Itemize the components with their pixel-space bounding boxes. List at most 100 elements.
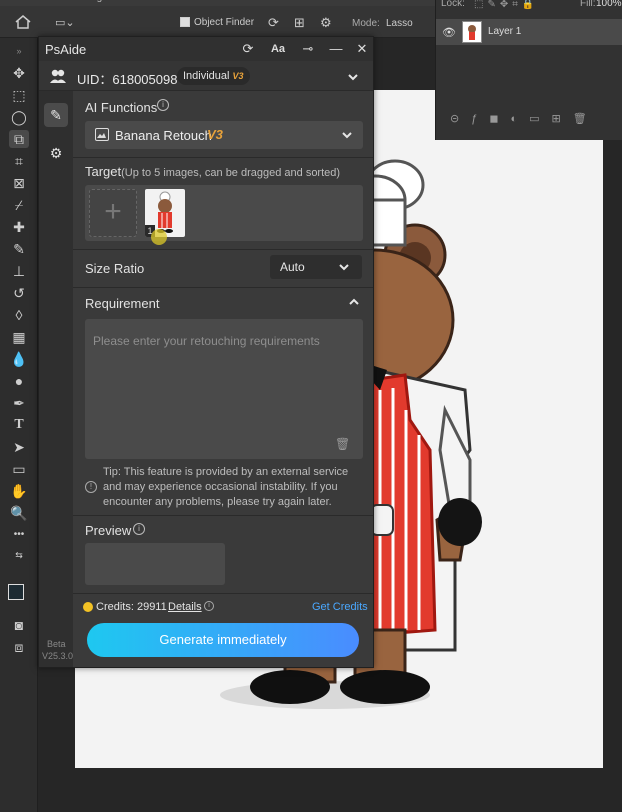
object-finder-label: Object Finder	[194, 17, 255, 28]
target-heading: Target(Up to 5 images, can be dragged an…	[85, 164, 340, 179]
chevron-up-icon[interactable]	[348, 296, 360, 308]
quick-mask-icon[interactable]: ◙	[9, 616, 29, 634]
object-selection-tool-icon[interactable]: ⧉	[9, 130, 29, 148]
info-icon[interactable]: i	[133, 523, 145, 535]
layer-footer-icons[interactable]: ⊝ƒ◼◐▭⊞🗑	[436, 112, 622, 132]
requirement-label: Requirement	[85, 296, 160, 311]
size-ratio-value: Auto	[280, 260, 305, 274]
requirement-textarea[interactable]: Please enter your retouching requirement…	[85, 319, 363, 459]
type-tool-icon[interactable]: T	[9, 416, 29, 434]
mode-label: Mode:	[352, 18, 380, 29]
lock-icons[interactable]: ⬚✎✥⌗🔒	[474, 0, 564, 10]
section-divider	[73, 515, 373, 516]
tool-preset-picker[interactable]: ▭⌄	[55, 16, 75, 30]
details-link[interactable]: Details	[168, 601, 202, 613]
screen-mode-icon[interactable]: ⧈	[9, 638, 29, 656]
plan-badge-label: Individual	[183, 70, 230, 82]
swap-colors-icon[interactable]: ⇆	[9, 546, 29, 564]
pen-tool-icon[interactable]: ✒	[9, 394, 29, 412]
size-ratio-label: Size Ratio	[85, 261, 145, 276]
foreground-color-swatch[interactable]	[8, 584, 24, 600]
close-icon[interactable]: ✕	[353, 40, 371, 58]
target-label: Target	[85, 164, 122, 179]
target-thumbnail[interactable]: 1	[145, 189, 185, 237]
requirement-placeholder: Please enter your retouching requirement…	[93, 334, 320, 348]
section-divider	[73, 157, 373, 158]
account-row[interactable]: UID：618005098 Individual V3	[39, 61, 373, 91]
trash-icon[interactable]: 🗑	[335, 437, 350, 451]
show-all-objects-icon[interactable]: ⊞	[294, 15, 305, 31]
refresh-icon[interactable]: ⟳	[268, 15, 279, 31]
function-version-tag: V3	[207, 127, 223, 142]
brush-tool-icon[interactable]: ✎	[9, 240, 29, 258]
history-brush-tool-icon[interactable]: ↺	[9, 284, 29, 302]
plan-badge: Individual V3	[177, 67, 250, 85]
psaide-panel: PsAide ⟳ Aa ⊸ — ✕ UID：618005098 Individu…	[38, 36, 374, 668]
fill-label: Fill:	[580, 0, 596, 9]
layer-name[interactable]: Layer 1	[488, 26, 521, 37]
info-icon: !	[85, 481, 97, 493]
target-hint: (Up to 5 images, can be dragged and sort…	[121, 167, 341, 179]
coin-icon	[83, 602, 93, 612]
add-image-button[interactable]: +	[89, 189, 137, 237]
path-selection-tool-icon[interactable]: ➤	[9, 438, 29, 456]
move-tool-icon[interactable]: ✥	[9, 64, 29, 82]
visibility-eye-icon[interactable]: 👁	[442, 26, 456, 39]
object-finder-checkbox[interactable]	[180, 17, 190, 27]
eyedropper-tool-icon[interactable]: ⌿	[9, 196, 29, 214]
panel-titlebar: PsAide ⟳ Aa ⊸ — ✕	[39, 37, 373, 61]
panel-collapse-icon[interactable]: »	[9, 42, 29, 60]
minimize-icon[interactable]: —	[327, 40, 345, 58]
uid-label: UID：618005098	[77, 72, 178, 87]
settings-icon[interactable]: ⚙	[44, 141, 68, 165]
healing-brush-tool-icon[interactable]: ✚	[9, 218, 29, 236]
zoom-tool-icon[interactable]: 🔍	[9, 504, 29, 522]
beta-label: Beta	[47, 639, 66, 649]
marquee-tool-icon[interactable]: ⬚	[9, 86, 29, 104]
chevron-down-icon	[339, 264, 349, 271]
layer-thumbnail	[462, 21, 482, 43]
gradient-tool-icon[interactable]: ▦	[9, 328, 29, 346]
rectangle-tool-icon[interactable]: ▭	[9, 460, 29, 478]
chevron-down-icon[interactable]	[347, 71, 359, 83]
pin-icon[interactable]: ⊸	[299, 40, 317, 58]
language-icon[interactable]: Aa	[269, 40, 287, 58]
frame-tool-icon[interactable]: ⊠	[9, 174, 29, 192]
ai-functions-label: AI Functions	[85, 100, 158, 115]
info-icon[interactable]: i	[157, 99, 169, 111]
users-icon	[49, 67, 67, 85]
info-icon[interactable]: i	[204, 601, 214, 611]
clone-stamp-tool-icon[interactable]: ⊥	[9, 262, 29, 280]
dodge-tool-icon[interactable]: ●	[9, 372, 29, 390]
cursor-highlight	[151, 229, 167, 245]
home-icon[interactable]	[14, 14, 32, 30]
eraser-tool-icon[interactable]: ◊	[9, 306, 29, 324]
refresh-icon[interactable]: ⟳	[239, 40, 257, 58]
preview-label: Preview	[85, 523, 132, 538]
lock-label: Lock:	[441, 0, 465, 9]
plan-version-tag: V3	[232, 71, 244, 81]
lasso-mode-select[interactable]: Lasso	[386, 18, 413, 29]
generate-button[interactable]: Generate immediately	[87, 623, 359, 657]
size-ratio-select[interactable]: Auto	[270, 255, 362, 279]
target-image-area[interactable]: + 1	[85, 185, 363, 245]
preview-box	[85, 543, 225, 585]
side-rail: ✎ ⚙ Beta V25.3.0	[39, 91, 73, 667]
credits-label: Credits: 29911	[96, 601, 167, 613]
more-tools-icon[interactable]: •••	[9, 526, 29, 544]
crop-tool-icon[interactable]: ⌗	[9, 152, 29, 170]
settings-gear-icon[interactable]: ⚙	[320, 15, 332, 31]
fill-value[interactable]: 100%	[596, 0, 622, 9]
section-divider	[73, 287, 373, 288]
hand-tool-icon[interactable]: ✋	[9, 482, 29, 500]
section-divider	[73, 249, 373, 250]
lasso-tool-icon[interactable]: ◯	[9, 108, 29, 126]
get-credits-link[interactable]: Get Credits	[312, 601, 368, 613]
layer-row[interactable]: 👁 Layer 1	[436, 19, 622, 45]
tools-panel: » ✥ ⬚ ◯ ⧉ ⌗ ⊠ ⌿ ✚ ✎ ⊥ ↺ ◊ ▦ 💧 ● ✒ T ➤ ▭ …	[0, 38, 38, 812]
function-select[interactable]: Banana Retouch V3	[85, 121, 363, 149]
edit-mode-icon[interactable]: ✎	[44, 103, 68, 127]
blur-tool-icon[interactable]: 💧	[9, 350, 29, 368]
section-divider	[73, 593, 373, 594]
version-label: V25.3.0	[42, 651, 74, 661]
